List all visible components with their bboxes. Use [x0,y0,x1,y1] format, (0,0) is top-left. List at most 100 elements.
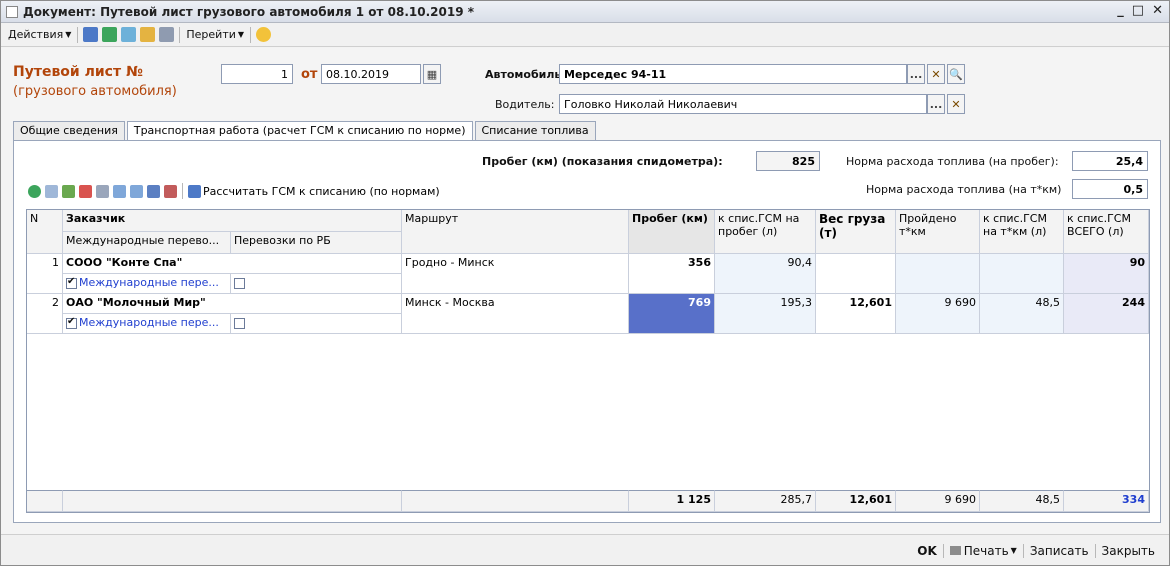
document-window: Документ: Путевой лист грузового автомоб… [0,0,1170,566]
ok-button[interactable]: OK [911,544,943,558]
row-1-rb[interactable] [231,274,402,294]
grid-toolbar: Рассчитать ГСМ к списанию (по нормам) [26,181,440,201]
end-edit-icon[interactable] [96,184,109,198]
row-2-customer[interactable]: ОАО "Молочный Мир" [63,294,402,314]
header-fuel-mileage[interactable]: к спис.ГСМ на пробег (л) [715,210,816,254]
actions-menu[interactable]: Действия ▼ [5,25,74,45]
from-label: от [301,67,318,82]
structure-icon[interactable] [159,27,175,42]
totals-fuel-tkm: 48,5 [980,490,1064,512]
save-button[interactable]: Записать [1024,544,1095,558]
row-2-fuel-mileage[interactable]: 195,3 [715,294,816,334]
minimize-button[interactable]: _ [1117,3,1124,18]
post-icon[interactable] [102,27,118,42]
header-rb[interactable]: Перевозки по РБ [231,232,402,254]
tab-general[interactable]: Общие сведения [13,121,125,140]
tab-panel: Пробег (км) (показания спидометра): 825 … [13,140,1161,523]
tab-transport-work[interactable]: Транспортная работа (расчет ГСМ к списан… [126,121,473,141]
based-on-icon[interactable] [140,27,156,42]
row-1-mileage[interactable]: 356 [629,254,715,294]
norm-mileage-label: Норма расхода топлива (на пробег): [846,155,1059,168]
totals-fuel-total: 334 [1064,490,1149,512]
row-1-cargo-weight[interactable] [816,254,896,294]
row-2-intl-checkbox[interactable] [66,316,77,329]
totals-route [402,490,629,512]
header-mileage[interactable]: Пробег (км) [629,210,715,254]
delete-row-icon[interactable] [79,184,92,198]
header-customer[interactable]: Заказчик [63,210,402,232]
row-2-n[interactable]: 2 [27,294,63,334]
print-button[interactable]: Печать ▼ [944,544,1023,558]
norm-tkm-field[interactable]: 0,5 [1072,179,1148,199]
totals-fuel-mileage: 285,7 [715,490,816,512]
tab-fuel-writeoff[interactable]: Списание топлива [474,121,596,140]
row-1-fuel-tkm[interactable] [980,254,1064,294]
row-1-intl[interactable]: Международные пере... [63,274,231,294]
driver-field[interactable]: Головко Николай Николаевич [559,94,927,114]
date-field[interactable]: 08.10.2019 [321,64,421,84]
edit-row-icon[interactable] [62,184,75,198]
move-down-icon[interactable] [130,184,143,198]
row-2-route[interactable]: Минск - Москва [402,294,629,334]
window-controls: _ □ ✕ [1117,3,1163,18]
form-title: Путевой лист № [13,64,143,80]
driver-select-button[interactable]: ... [927,94,945,114]
post-and-close-icon[interactable] [83,27,99,42]
row-2-intl-label: Международные пере... [79,316,219,329]
mileage-field[interactable]: 825 [756,151,820,171]
car-select-button[interactable]: ... [907,64,925,84]
form-subtitle: (грузового автомобиля) [13,84,177,99]
number-field[interactable]: 1 [221,64,293,84]
row-1-tkm[interactable] [896,254,980,294]
header-cargo-weight[interactable]: Вес груза (т) [816,210,896,254]
toolbar-separator [77,26,79,43]
move-up-icon[interactable] [113,184,126,198]
copy-row-icon[interactable] [45,184,58,198]
calculate-button[interactable]: Рассчитать ГСМ к списанию (по нормам) [203,185,440,198]
norm-mileage-field[interactable]: 25,4 [1072,151,1148,171]
add-row-icon[interactable] [28,184,41,198]
norm-tkm-label: Норма расхода топлива (на т*км) [866,183,1062,196]
toolbar-separator [182,183,183,199]
row-1-route[interactable]: Гродно - Минск [402,254,629,294]
row-1-fuel-mileage[interactable]: 90,4 [715,254,816,294]
close-button[interactable]: ✕ [1152,3,1163,18]
row-2-tkm[interactable]: 9 690 [896,294,980,334]
totals-customer [63,490,402,512]
row-2-rb[interactable] [231,314,402,334]
goto-menu[interactable]: Перейти ▼ [183,25,247,45]
header-intl[interactable]: Международные перево... [63,232,231,254]
calendar-icon[interactable]: ▦ [423,64,441,84]
row-2-cargo-weight[interactable]: 12,601 [816,294,896,334]
close-form-button[interactable]: Закрыть [1096,544,1161,558]
header-tkm[interactable]: Пройдено т*км [896,210,980,254]
row-1-intl-checkbox[interactable] [66,276,77,289]
row-1-intl-label: Международные пере... [79,276,219,289]
row-1-customer[interactable]: СООО "Конте Спа" [63,254,402,274]
sort-desc-icon[interactable] [164,184,177,198]
row-1-n[interactable]: 1 [27,254,63,294]
header-fuel-tkm[interactable]: к спис.ГСМ на т*км (л) [980,210,1064,254]
driver-clear-button[interactable]: ✕ [947,94,965,114]
row-1-rb-checkbox[interactable] [234,277,245,289]
maximize-button[interactable]: □ [1132,3,1144,18]
car-clear-button[interactable]: ✕ [927,64,945,84]
header-fuel-total[interactable]: к спис.ГСМ ВСЕГО (л) [1064,210,1149,254]
row-1-fuel-total[interactable]: 90 [1064,254,1149,294]
main-toolbar: Действия ▼ Перейти ▼ [1,23,1169,47]
row-2-fuel-tkm[interactable]: 48,5 [980,294,1064,334]
refresh-icon[interactable] [121,27,137,42]
mileage-label: Пробег (км) (показания спидометра): [482,155,723,168]
help-icon[interactable] [256,27,272,42]
print-button-label: Печать [963,543,1009,558]
header-n[interactable]: N [27,210,63,254]
car-open-icon[interactable]: 🔍 [947,64,965,84]
header-route[interactable]: Маршрут [402,210,629,254]
row-2-intl[interactable]: Международные пере... [63,314,231,334]
car-field[interactable]: Мерседес 94-11 [559,64,907,84]
sort-asc-icon[interactable] [147,184,160,198]
printer-icon [949,546,961,555]
row-2-fuel-total[interactable]: 244 [1064,294,1149,334]
row-2-mileage[interactable]: 769 [629,294,715,334]
row-2-rb-checkbox[interactable] [234,317,245,329]
